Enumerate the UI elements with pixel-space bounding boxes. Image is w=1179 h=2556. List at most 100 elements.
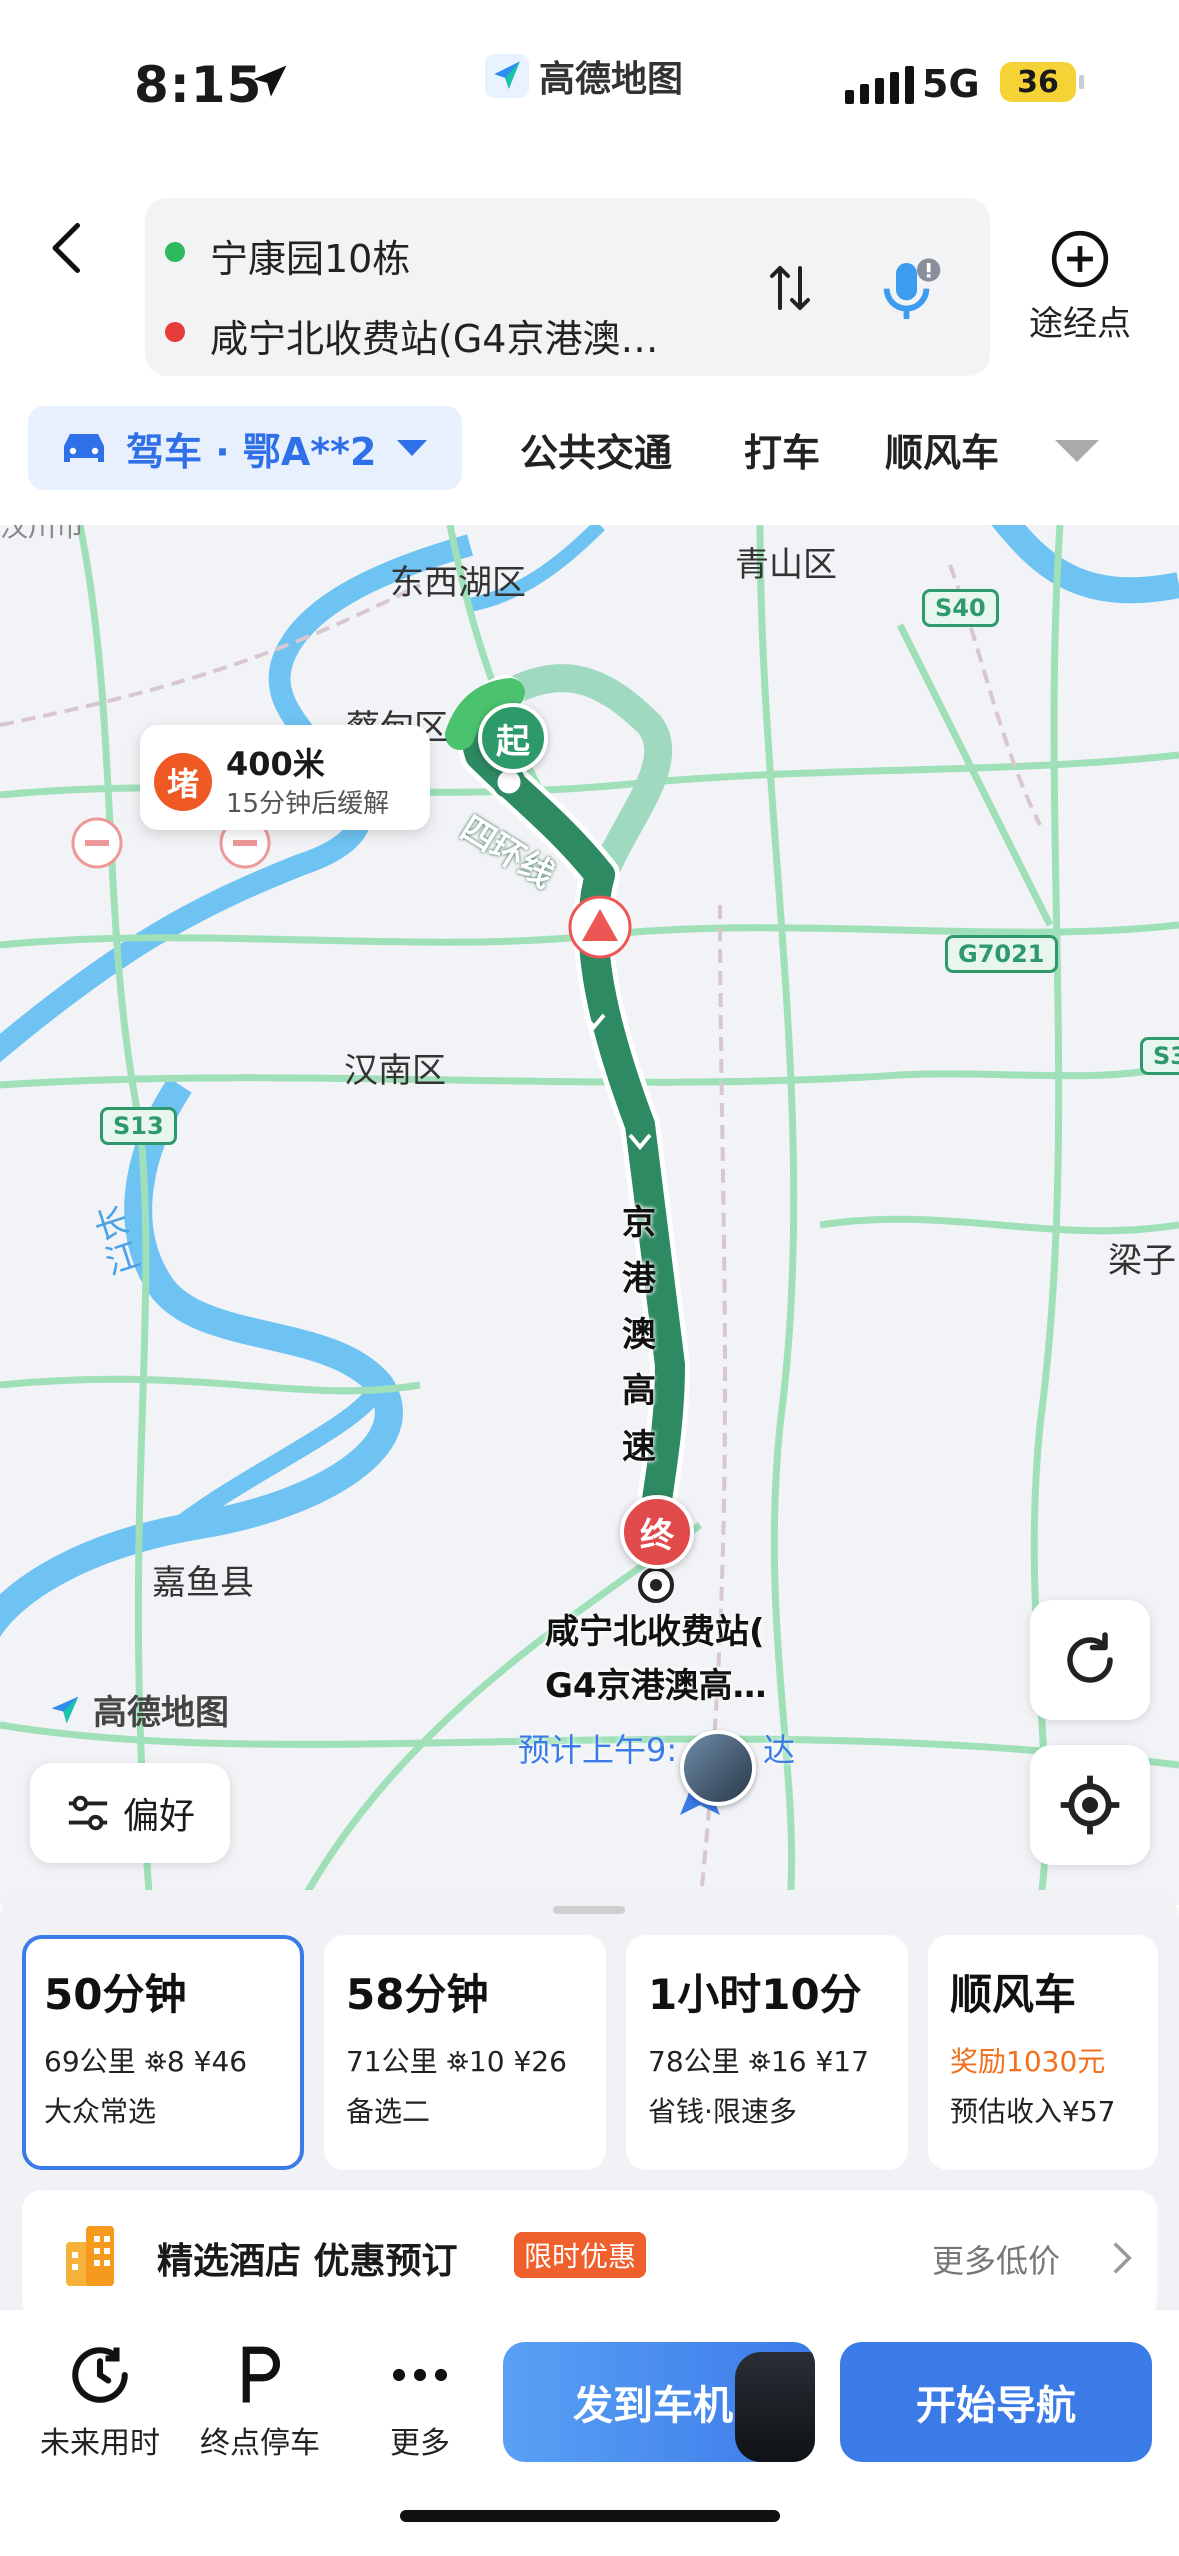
option-reward: 奖励1030元 bbox=[950, 2045, 1106, 2078]
map-label-dongxihu: 东西湖区 bbox=[390, 563, 526, 603]
option-stats: 78公里 ⛯16 ¥17 bbox=[648, 2045, 869, 2078]
origin-field[interactable]: 宁康园10栋 bbox=[210, 228, 410, 283]
back-icon[interactable] bbox=[40, 218, 100, 278]
chevron-down-icon bbox=[396, 440, 427, 456]
traffic-jam-card[interactable]: 堵 400米 15分钟后缓解 bbox=[140, 725, 430, 830]
option-desc: 预估收入¥57 bbox=[950, 2095, 1116, 2128]
more-button[interactable]: 更多 bbox=[345, 2340, 495, 2462]
brand-name: 高德地图 bbox=[539, 59, 684, 100]
add-waypoint-button[interactable]: 途经点 bbox=[1020, 228, 1140, 345]
refresh-button[interactable] bbox=[1030, 1600, 1150, 1720]
arrival-text: 预计上午9: bbox=[518, 1731, 678, 1769]
hotel-promo-banner[interactable]: 精选酒店 优惠预订 限时优惠 更多低价 bbox=[22, 2190, 1157, 2320]
send-to-car-label: 发到车机 bbox=[573, 2383, 733, 2429]
battery-indicator: 36 bbox=[1000, 62, 1084, 102]
destination-parking-label: 终点停车 bbox=[200, 2426, 320, 2461]
send-to-car-button[interactable]: 发到车机 bbox=[503, 2342, 815, 2462]
option-desc: 大众常选 bbox=[44, 2095, 157, 2128]
parking-icon bbox=[242, 2346, 281, 2403]
destination-parking-button[interactable]: 终点停车 bbox=[185, 2340, 335, 2462]
clock: 8:15 bbox=[134, 56, 263, 114]
preference-button[interactable]: 偏好 bbox=[30, 1763, 230, 1863]
map-label-expressway: 京港澳高速 bbox=[622, 1203, 656, 1467]
locate-icon bbox=[1060, 1775, 1120, 1835]
more-label: 更多 bbox=[390, 2426, 450, 2461]
avatar[interactable] bbox=[680, 1730, 756, 1806]
network-type: 5G bbox=[922, 62, 980, 106]
tab-taxi[interactable]: 打车 bbox=[744, 422, 820, 477]
route-header: 宁康园10栋 咸宁北收费站(G4京港澳… 途经点 驾车 · 鄂A**2 公共交通… bbox=[0, 170, 1179, 525]
amap-logo-icon bbox=[485, 54, 529, 98]
car-icon bbox=[64, 434, 104, 462]
preference-label: 偏好 bbox=[122, 1796, 195, 1837]
car-image bbox=[735, 2352, 815, 2462]
destination-map-label: 咸宁北收费站( G4京港澳高… bbox=[545, 1605, 767, 1713]
tab-transit[interactable]: 公共交通 bbox=[520, 422, 672, 477]
add-circle-icon bbox=[1051, 230, 1109, 288]
sliders-icon bbox=[68, 1795, 108, 1831]
map-label-jiayu: 嘉鱼县 bbox=[152, 1563, 254, 1603]
tab-carpool[interactable]: 顺风车 bbox=[885, 422, 999, 477]
option-desc: 省钱·限速多 bbox=[648, 2095, 797, 2128]
jam-distance: 400米 bbox=[226, 745, 325, 783]
option-desc: 备选二 bbox=[346, 2095, 431, 2128]
road-shield-s3: S3 bbox=[1140, 1037, 1179, 1075]
road-shield-s13: S13 bbox=[100, 1107, 177, 1145]
future-time-label: 未来用时 bbox=[40, 2426, 160, 2461]
destination-field[interactable]: 咸宁北收费站(G4京港澳… bbox=[210, 308, 770, 363]
route-option-carpool[interactable]: 顺风车 奖励1030元 预估收入¥57 bbox=[928, 1935, 1158, 2170]
refresh-icon bbox=[1067, 1632, 1113, 1683]
travel-mode-tabs: 驾车 · 鄂A**2 公共交通 打车 顺风车 bbox=[0, 406, 1179, 496]
map-label-hannan: 汉南区 bbox=[344, 1051, 446, 1091]
route-input-box: 宁康园10栋 咸宁北收费站(G4京港澳… bbox=[145, 198, 990, 376]
future-time-button[interactable]: 未来用时 bbox=[25, 2340, 175, 2462]
start-pin[interactable]: 起 bbox=[478, 703, 548, 773]
waypoint-label: 途经点 bbox=[1029, 304, 1131, 344]
hotel-icon bbox=[66, 2226, 114, 2286]
route-option-1[interactable]: 50分钟 69公里 ⛯8 ¥46 大众常选 bbox=[22, 1935, 304, 2170]
hotel-tag: 限时优惠 bbox=[514, 2232, 647, 2278]
destination-dot bbox=[165, 322, 185, 342]
amap-watermark-icon bbox=[51, 1696, 79, 1723]
more-modes-icon[interactable] bbox=[1055, 440, 1099, 462]
hotel-title: 精选酒店 优惠预订 bbox=[157, 2241, 458, 2282]
watermark-text: 高德地图 bbox=[93, 1693, 229, 1733]
map-label-top-cut: 汉川市 bbox=[0, 525, 85, 543]
clock-history-icon bbox=[72, 2347, 128, 2403]
map-label-qingshan: 青山区 bbox=[735, 545, 837, 585]
option-time: 1小时10分 bbox=[648, 1970, 862, 2019]
option-stats: 71公里 ⛯10 ¥26 bbox=[346, 2045, 567, 2078]
status-bar: 8:15 高德地图 5G 36 bbox=[0, 0, 1179, 170]
option-time: 58分钟 bbox=[346, 1970, 489, 2019]
chevron-right-icon bbox=[1113, 2242, 1132, 2274]
home-indicator bbox=[400, 2510, 780, 2522]
sheet-grabber[interactable] bbox=[553, 1906, 625, 1914]
location-arrow-icon bbox=[253, 65, 287, 97]
destination-line-1: 咸宁北收费站( bbox=[545, 1612, 765, 1652]
map-label-liangzi: 梁子 bbox=[1108, 1241, 1176, 1281]
jam-badge: 堵 bbox=[154, 753, 212, 811]
tab-drive[interactable]: 驾车 · 鄂A**2 bbox=[28, 406, 462, 490]
option-stats: 69公里 ⛯8 ¥46 bbox=[44, 2045, 248, 2078]
option-time: 50分钟 bbox=[44, 1970, 187, 2019]
locate-button[interactable] bbox=[1030, 1745, 1150, 1865]
road-shield-s40: S40 bbox=[922, 589, 999, 627]
voice-input-icon[interactable] bbox=[875, 256, 945, 326]
road-shield-g7021: G7021 bbox=[945, 935, 1058, 973]
route-option-3[interactable]: 1小时10分 78公里 ⛯16 ¥17 省钱·限速多 bbox=[626, 1935, 908, 2170]
more-dots-icon bbox=[392, 2368, 448, 2382]
start-navigation-button[interactable]: 开始导航 bbox=[840, 2342, 1152, 2462]
cellular-signal-icon bbox=[845, 64, 914, 104]
jam-note: 15分钟后缓解 bbox=[226, 789, 390, 819]
drive-tab-label: 驾车 · 鄂A**2 bbox=[126, 429, 377, 474]
map-view[interactable]: 东西湖区 青山区 蔡甸区 汉南区 嘉鱼县 梁子 长江 汉川市 四环线 京港澳高速… bbox=[0, 525, 1179, 1905]
destination-line-2: G4京港澳高… bbox=[545, 1666, 767, 1706]
brand: 高德地图 bbox=[485, 50, 683, 102]
option-time: 顺风车 bbox=[950, 1970, 1077, 2019]
route-option-2[interactable]: 58分钟 71公里 ⛯10 ¥26 备选二 bbox=[324, 1935, 606, 2170]
map-watermark: 高德地图 bbox=[45, 1685, 229, 1734]
origin-dot bbox=[165, 242, 185, 262]
hotel-more-link[interactable]: 更多低价 bbox=[932, 2236, 1060, 2282]
swap-icon[interactable] bbox=[765, 260, 815, 316]
end-pin[interactable]: 终 bbox=[620, 1495, 694, 1569]
